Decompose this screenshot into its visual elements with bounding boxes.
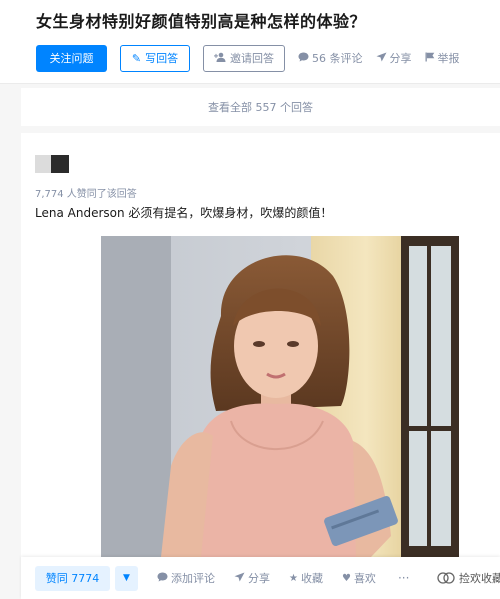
vote-count-text: 7,774 人赞同了该回答 [35, 189, 137, 200]
share-icon [376, 52, 387, 65]
write-answer-button[interactable]: ✎ 写回答 [120, 44, 190, 72]
comment-icon [157, 572, 168, 585]
avatar[interactable] [35, 155, 69, 173]
vote-up-button[interactable]: 赞同 7774 [35, 565, 110, 591]
photo-illustration [101, 236, 459, 557]
pencil-icon: ✎ [131, 51, 142, 65]
answer-footer: 赞同 7774 ▼ 添加评论 分享 ★ 收藏 ♥ 喜欢 ··· [21, 557, 500, 599]
comment-icon [298, 52, 309, 65]
avatar-left-block [35, 155, 51, 173]
follow-question-button[interactable]: 关注问题 [36, 44, 107, 72]
star-icon: ★ [289, 572, 298, 584]
question-header: 女生身材特别好颜值特别高是种怎样的体验？ 关注问题 ✎ 写回答 邀请回答 56 … [0, 0, 500, 84]
answer-card: 7,774 人赞同了该回答 Lena Anderson 必须有提名，吹爆身材，吹… [21, 133, 500, 599]
question-actions: 关注问题 ✎ 写回答 邀请回答 56 条评论 分享 举报 [36, 44, 460, 72]
collect-link[interactable]: ★ 收藏 [289, 570, 323, 586]
watermark-logo-icon [437, 572, 455, 584]
like-link[interactable]: ♥ 喜欢 [342, 570, 376, 586]
share-answer-label: 分享 [248, 572, 270, 585]
question-title: 女生身材特别好颜值特别高是种怎样的体验？ [36, 12, 367, 31]
write-answer-label: 写回答 [145, 52, 179, 65]
flag-icon [425, 52, 435, 65]
vote-down-button[interactable]: ▼ [115, 565, 138, 591]
share-icon [234, 572, 245, 585]
add-comment-label: 添加评论 [171, 572, 215, 585]
report-link[interactable]: 举报 [425, 50, 460, 66]
collect-label: 收藏 [300, 572, 323, 585]
share-answer-link[interactable]: 分享 [234, 570, 270, 586]
vote-up-label: 赞同 7774 [45, 572, 100, 585]
triangle-down-icon: ▼ [123, 573, 130, 583]
view-all-answers-link[interactable]: 查看全部 557 个回答 [21, 88, 500, 126]
comments-count-label: 56 条评论 [312, 52, 363, 65]
more-options-button[interactable]: ··· [398, 571, 409, 585]
share-label: 分享 [389, 52, 412, 65]
avatar-right-block [51, 155, 69, 173]
comments-link[interactable]: 56 条评论 [298, 50, 363, 66]
watermark: 捡欢收藏 [437, 570, 500, 586]
heart-icon: ♥ [341, 572, 351, 584]
like-label: 喜欢 [353, 572, 376, 585]
report-label: 举报 [437, 52, 460, 65]
add-user-icon [214, 52, 226, 65]
share-link[interactable]: 分享 [376, 50, 412, 66]
watermark-text: 捡欢收藏 [459, 572, 500, 585]
add-comment-link[interactable]: 添加评论 [157, 570, 215, 586]
answer-content: Lena Anderson 必须有提名，吹爆身材，吹爆的颜值！ [35, 206, 333, 220]
answer-photo[interactable] [101, 236, 459, 557]
invite-answer-button[interactable]: 邀请回答 [203, 44, 285, 72]
invite-answer-label: 邀请回答 [230, 52, 274, 65]
